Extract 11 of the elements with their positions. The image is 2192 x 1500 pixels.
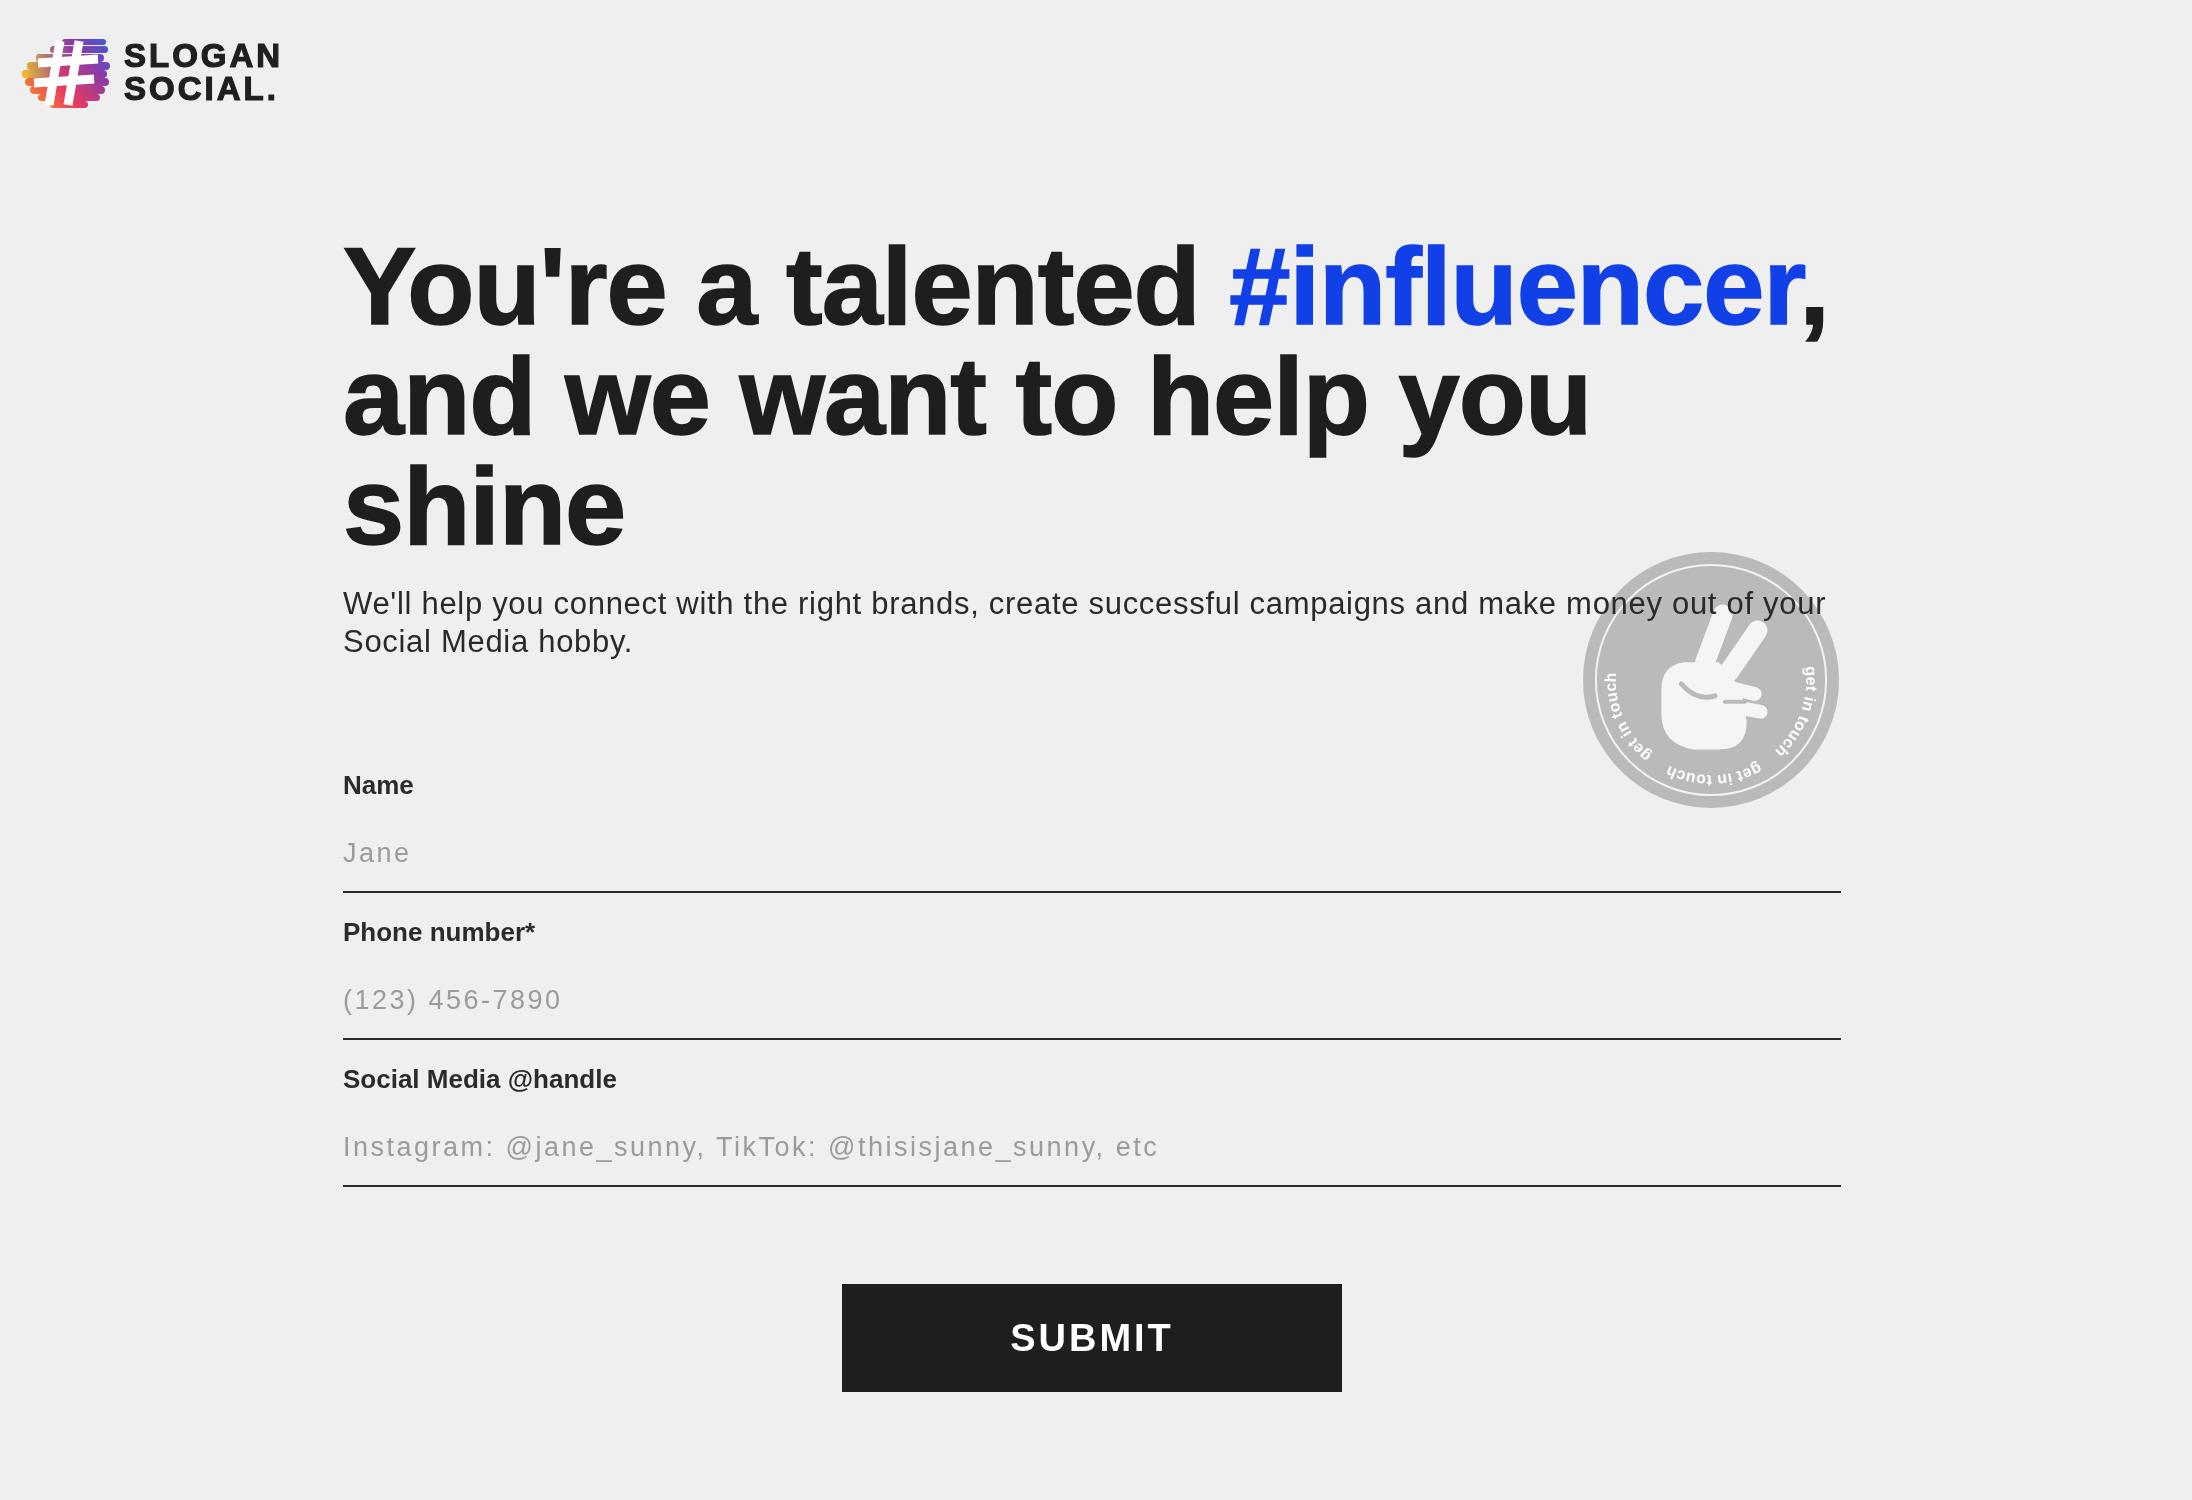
subtitle: We'll help you connect with the right brands, create successful campaigns and make money out of your Social Media hobby. bbox=[343, 585, 1828, 661]
field-label: Social Media @handle bbox=[343, 1063, 617, 1095]
stamp-text: get in touch bbox=[1663, 760, 1765, 790]
headline: You're a talented #influencer, and we want to help you shine bbox=[343, 231, 1830, 561]
text-field[interactable]: Instagram: @jane_sunny, TikTok: @thisisjane_sunny, etc bbox=[343, 1095, 1841, 1187]
text-field[interactable]: (123) 456-7890 bbox=[343, 948, 1841, 1040]
submit-button[interactable]: SUBMIT bbox=[842, 1284, 1342, 1392]
field-label: Name bbox=[343, 769, 414, 801]
brand-name: SLOGAN SOCIAL. bbox=[124, 38, 284, 105]
field-label: Phone number* bbox=[343, 916, 536, 948]
text-field[interactable]: Jane bbox=[343, 801, 1841, 893]
